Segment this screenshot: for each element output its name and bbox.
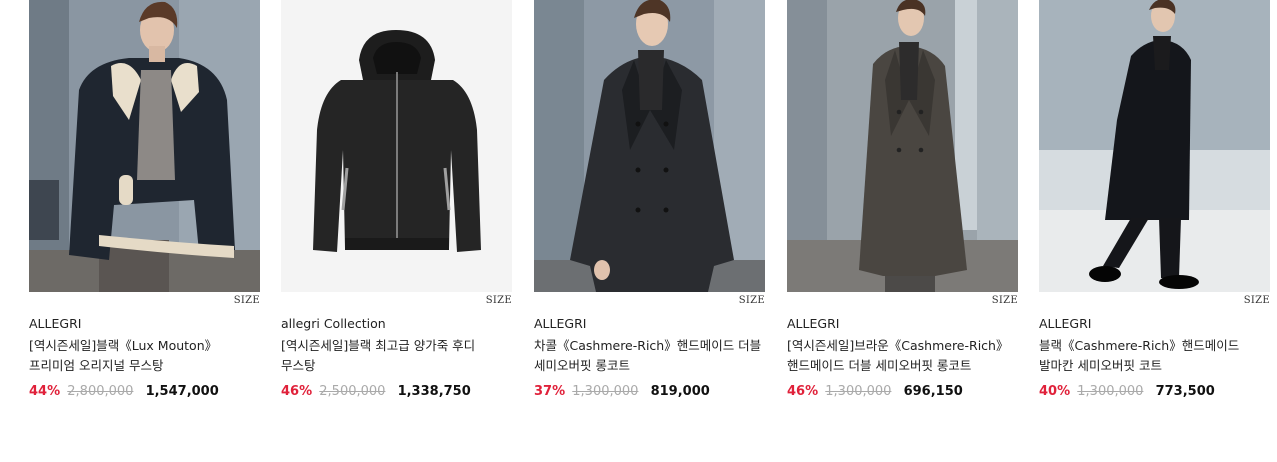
- discount-rate: 44%: [29, 384, 61, 399]
- original-price: 1,300,000: [1077, 384, 1144, 399]
- original-price: 1,300,000: [825, 384, 892, 399]
- size-link[interactable]: SIZE: [992, 295, 1018, 306]
- product-brand[interactable]: ALLEGRI: [1039, 315, 1270, 332]
- original-price: 2,500,000: [319, 384, 386, 399]
- size-link[interactable]: SIZE: [1244, 295, 1270, 306]
- sale-price: 1,338,750: [397, 384, 471, 399]
- size-link-row: SIZE: [1039, 292, 1270, 307]
- size-link[interactable]: SIZE: [739, 295, 765, 306]
- product-brand[interactable]: allegri Collection: [281, 315, 512, 332]
- product-brand[interactable]: ALLEGRI: [29, 315, 260, 332]
- product-title[interactable]: [역시즌세일]브라운《Cashmere-Rich》핸드메이드 더블 세미오버핏 …: [787, 336, 1018, 376]
- original-price: 2,800,000: [67, 384, 134, 399]
- product-title[interactable]: 차콜《Cashmere-Rich》핸드메이드 더블 세미오버핏 롱코트: [534, 336, 765, 376]
- product-card[interactable]: SIZE ALLEGRI [역시즌세일]브라운《Cashmere-Rich》핸드…: [787, 0, 1018, 401]
- product-image[interactable]: [29, 0, 260, 292]
- discount-rate: 46%: [787, 384, 819, 399]
- product-grid: SIZE ALLEGRI [역시즌세일]블랙《Lux Mouton》프리미엄 오…: [0, 0, 1277, 462]
- product-card[interactable]: SIZE ALLEGRI 블랙《Cashmere-Rich》핸드메이드 발마칸 …: [1039, 0, 1270, 401]
- product-image[interactable]: [1039, 0, 1270, 292]
- product-card[interactable]: SIZE ALLEGRI [역시즌세일]블랙《Lux Mouton》프리미엄 오…: [29, 0, 260, 401]
- size-link-row: SIZE: [534, 292, 765, 307]
- size-link[interactable]: SIZE: [234, 295, 260, 306]
- sale-price: 696,150: [903, 384, 963, 399]
- product-title[interactable]: [역시즌세일]블랙《Lux Mouton》프리미엄 오리지널 무스탕: [29, 336, 260, 376]
- product-image[interactable]: [281, 0, 512, 292]
- original-price: 1,300,000: [572, 384, 639, 399]
- price-row: 46% 1,300,000 696,150: [787, 383, 1018, 401]
- product-image[interactable]: [787, 0, 1018, 292]
- product-title[interactable]: 블랙《Cashmere-Rich》핸드메이드 발마칸 세미오버핏 코트: [1039, 336, 1270, 376]
- price-row: 46% 2,500,000 1,338,750: [281, 383, 512, 401]
- discount-rate: 46%: [281, 384, 313, 399]
- discount-rate: 37%: [534, 384, 566, 399]
- product-card[interactable]: SIZE allegri Collection [역시즌세일]블랙 최고급 양가…: [281, 0, 512, 401]
- size-link-row: SIZE: [787, 292, 1018, 307]
- product-brand[interactable]: ALLEGRI: [787, 315, 1018, 332]
- sale-price: 819,000: [650, 384, 710, 399]
- sale-price: 1,547,000: [145, 384, 219, 399]
- size-link-row: SIZE: [29, 292, 260, 307]
- size-link-row: SIZE: [281, 292, 512, 307]
- price-row: 44% 2,800,000 1,547,000: [29, 383, 260, 401]
- product-title[interactable]: [역시즌세일]블랙 최고급 양가죽 후디 무스탕: [281, 336, 512, 376]
- price-row: 37% 1,300,000 819,000: [534, 383, 765, 401]
- product-brand[interactable]: ALLEGRI: [534, 315, 765, 332]
- sale-price: 773,500: [1155, 384, 1215, 399]
- size-link[interactable]: SIZE: [486, 295, 512, 306]
- product-card[interactable]: SIZE ALLEGRI 차콜《Cashmere-Rich》핸드메이드 더블 세…: [534, 0, 765, 401]
- price-row: 40% 1,300,000 773,500: [1039, 383, 1270, 401]
- discount-rate: 40%: [1039, 384, 1071, 399]
- product-image[interactable]: [534, 0, 765, 292]
